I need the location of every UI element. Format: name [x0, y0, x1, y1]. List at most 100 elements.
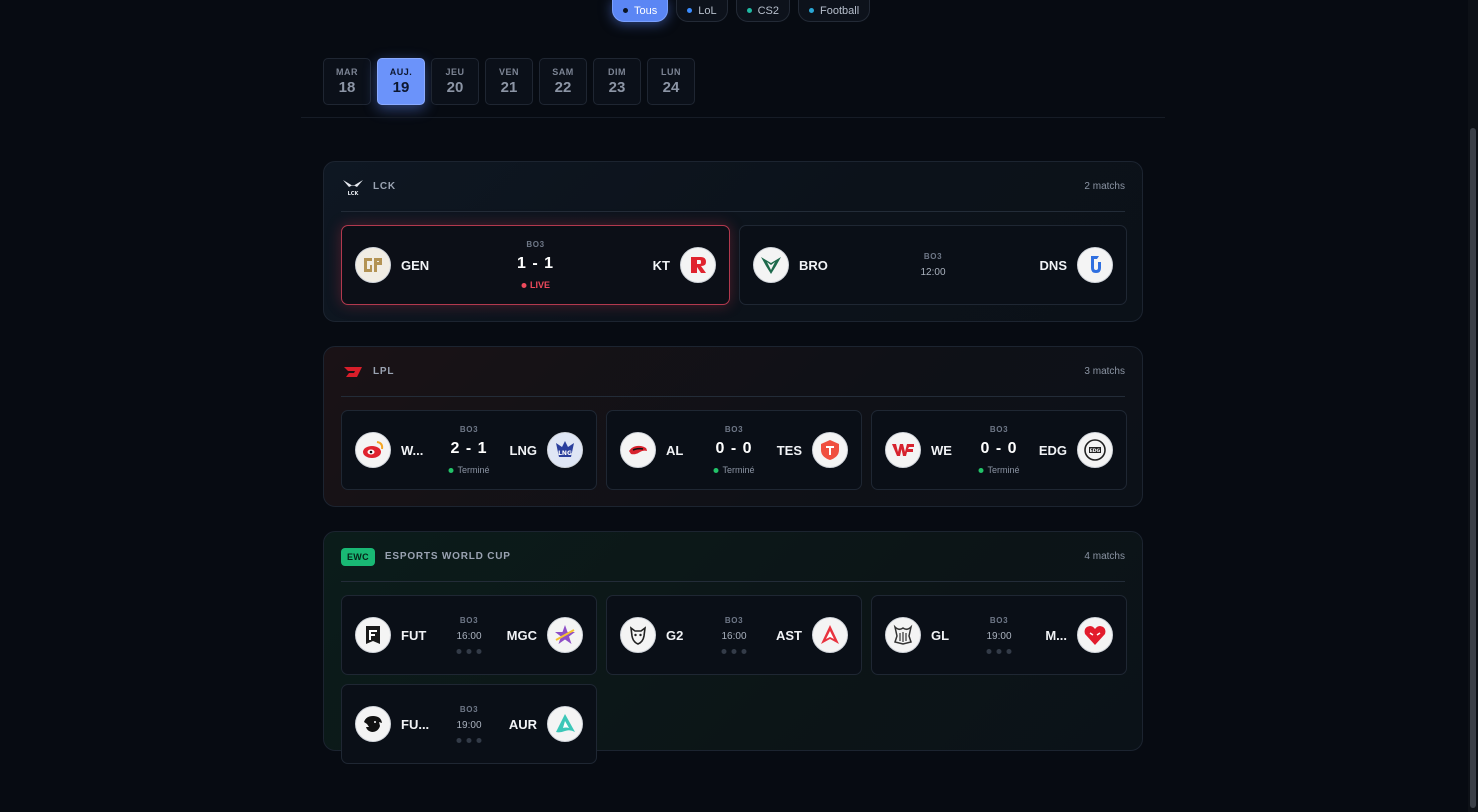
status-label: Terminé — [987, 465, 1020, 475]
team-name: W... — [401, 442, 424, 458]
finished-status: Terminé — [448, 465, 490, 475]
day-number: 24 — [662, 79, 680, 96]
away-team: TES — [777, 432, 848, 468]
match-format: BO3 — [459, 705, 479, 714]
match-card[interactable]: WE BO3 0 - 0 Terminé EDG EDG — [871, 410, 1127, 490]
match-format: BO3 — [459, 616, 479, 625]
status-label: Terminé — [722, 465, 755, 475]
filter-label: CS2 — [757, 4, 780, 17]
home-team: GL — [885, 617, 949, 653]
match-card[interactable]: FU... BO3 19:00 AUR — [341, 684, 597, 764]
day-number: 22 — [554, 79, 572, 96]
day-name: JEU — [445, 67, 465, 77]
away-team: AST — [776, 617, 848, 653]
dot-icon — [746, 8, 752, 13]
match-format: BO3 — [724, 616, 744, 625]
match-center: BO3 19:00 — [986, 616, 1012, 654]
team-name: BRO — [799, 257, 828, 273]
match-score: 1 - 1 — [516, 255, 555, 272]
away-team: LNG LNG — [510, 432, 583, 468]
day-name: VEN — [498, 67, 519, 77]
match-count: 3 matchs — [1084, 366, 1125, 377]
team-name: AL — [666, 442, 684, 458]
day-selector: MAR 18 AUJ. 19 JEU 20 VEN 21 SAM 22 DIM 23 LUN… — [323, 58, 695, 105]
team-name: DNS — [1039, 257, 1067, 273]
ast-logo-icon — [812, 617, 848, 653]
finished-status: Terminé — [978, 465, 1020, 475]
day-name: LUN — [661, 67, 681, 77]
status-dot-icon — [978, 467, 984, 473]
league-name: LCK — [373, 181, 396, 192]
filter-tous[interactable]: Tous — [612, 0, 669, 22]
match-format: BO3 — [923, 252, 943, 261]
team-name: AUR — [508, 716, 537, 732]
day-number: 20 — [446, 79, 464, 96]
match-score: 0 - 0 — [715, 440, 753, 457]
home-team: G2 — [620, 617, 683, 653]
match-center: BO3 1 - 1 LIVE — [517, 240, 554, 290]
match-card[interactable]: BRO BO3 12:00 DNS — [739, 225, 1127, 305]
day-mon[interactable]: LUN 24 — [647, 58, 695, 105]
filter-football[interactable]: Football — [798, 0, 871, 22]
al-logo-icon — [620, 432, 656, 468]
match-time: 16:00 — [721, 631, 747, 642]
match-card[interactable]: W... BO3 2 - 1 Terminé LNG LNG — [341, 410, 597, 490]
pending-dots-icon — [721, 649, 747, 654]
match-format: BO3 — [459, 425, 479, 434]
match-card[interactable]: AL BO3 0 - 0 Terminé TES — [606, 410, 862, 490]
league-section-lck: LCK LCK 2 matchs GEN BO3 1 - 1 LIVE KT B… — [323, 161, 1143, 322]
live-dot-icon — [520, 282, 526, 288]
tes-logo-icon — [812, 432, 848, 468]
svg-text:LCK: LCK — [348, 191, 360, 196]
team-name: FUT — [401, 627, 427, 643]
day-fri[interactable]: VEN 21 — [485, 58, 533, 105]
match-center: BO3 2 - 1 Terminé — [448, 425, 490, 475]
day-number: 21 — [500, 79, 518, 96]
match-center: BO3 12:00 — [920, 252, 945, 278]
status-label: LIVE — [529, 280, 551, 290]
match-center: BO3 0 - 0 Terminé — [978, 425, 1020, 475]
day-thu[interactable]: JEU 20 — [431, 58, 479, 105]
match-time: 19:00 — [456, 720, 482, 731]
team-name: GEN — [401, 257, 430, 273]
scrollbar-thumb[interactable] — [1470, 128, 1476, 808]
pending-dots-icon — [456, 738, 482, 743]
furia-logo-icon — [355, 706, 391, 742]
day-name: DIM — [608, 67, 626, 77]
day-number: 19 — [392, 79, 410, 96]
match-center: BO3 16:00 — [456, 616, 482, 654]
match-format: BO3 — [526, 240, 545, 249]
filter-lol[interactable]: LoL — [676, 0, 728, 22]
away-team: KT — [653, 247, 716, 283]
team-name: M... — [1045, 627, 1067, 643]
day-today[interactable]: AUJ. 19 — [377, 58, 425, 105]
away-team: DNS — [1040, 247, 1113, 283]
team-name: MGC — [506, 627, 537, 643]
edg-logo-icon: EDG — [1077, 432, 1113, 468]
team-name: TES — [776, 442, 802, 458]
league-section-ewc: EWC ESPORTS WORLD CUP 4 matchs FUT BO3 1… — [323, 531, 1143, 764]
filter-cs2[interactable]: CS2 — [735, 0, 791, 22]
match-format: BO3 — [989, 425, 1009, 434]
match-card[interactable]: FUT BO3 16:00 MGC — [341, 595, 597, 675]
league-header: EWC ESPORTS WORLD CUP 4 matchs — [341, 532, 1125, 582]
day-sun[interactable]: DIM 23 — [593, 58, 641, 105]
kt-logo-icon — [680, 247, 716, 283]
home-team: BRO — [753, 247, 828, 283]
match-card[interactable]: GEN BO3 1 - 1 LIVE KT — [341, 225, 730, 305]
g2-logo-icon — [620, 617, 656, 653]
match-card[interactable]: G2 BO3 16:00 AST — [606, 595, 862, 675]
match-card[interactable]: GL BO3 19:00 M... — [871, 595, 1127, 675]
match-count: 4 matchs — [1084, 551, 1125, 562]
status-label: Terminé — [457, 465, 490, 475]
scrollbar[interactable] — [1468, 0, 1478, 812]
bro-logo-icon — [753, 247, 789, 283]
gl-logo-icon — [885, 617, 921, 653]
away-team: MGC — [507, 617, 583, 653]
home-team: GEN — [355, 247, 429, 283]
svg-text:EDG: EDG — [1090, 448, 1101, 454]
dot-icon — [809, 8, 815, 13]
mad-logo-icon — [1077, 617, 1113, 653]
day-sat[interactable]: SAM 22 — [539, 58, 587, 105]
day-tue[interactable]: MAR 18 — [323, 58, 371, 105]
